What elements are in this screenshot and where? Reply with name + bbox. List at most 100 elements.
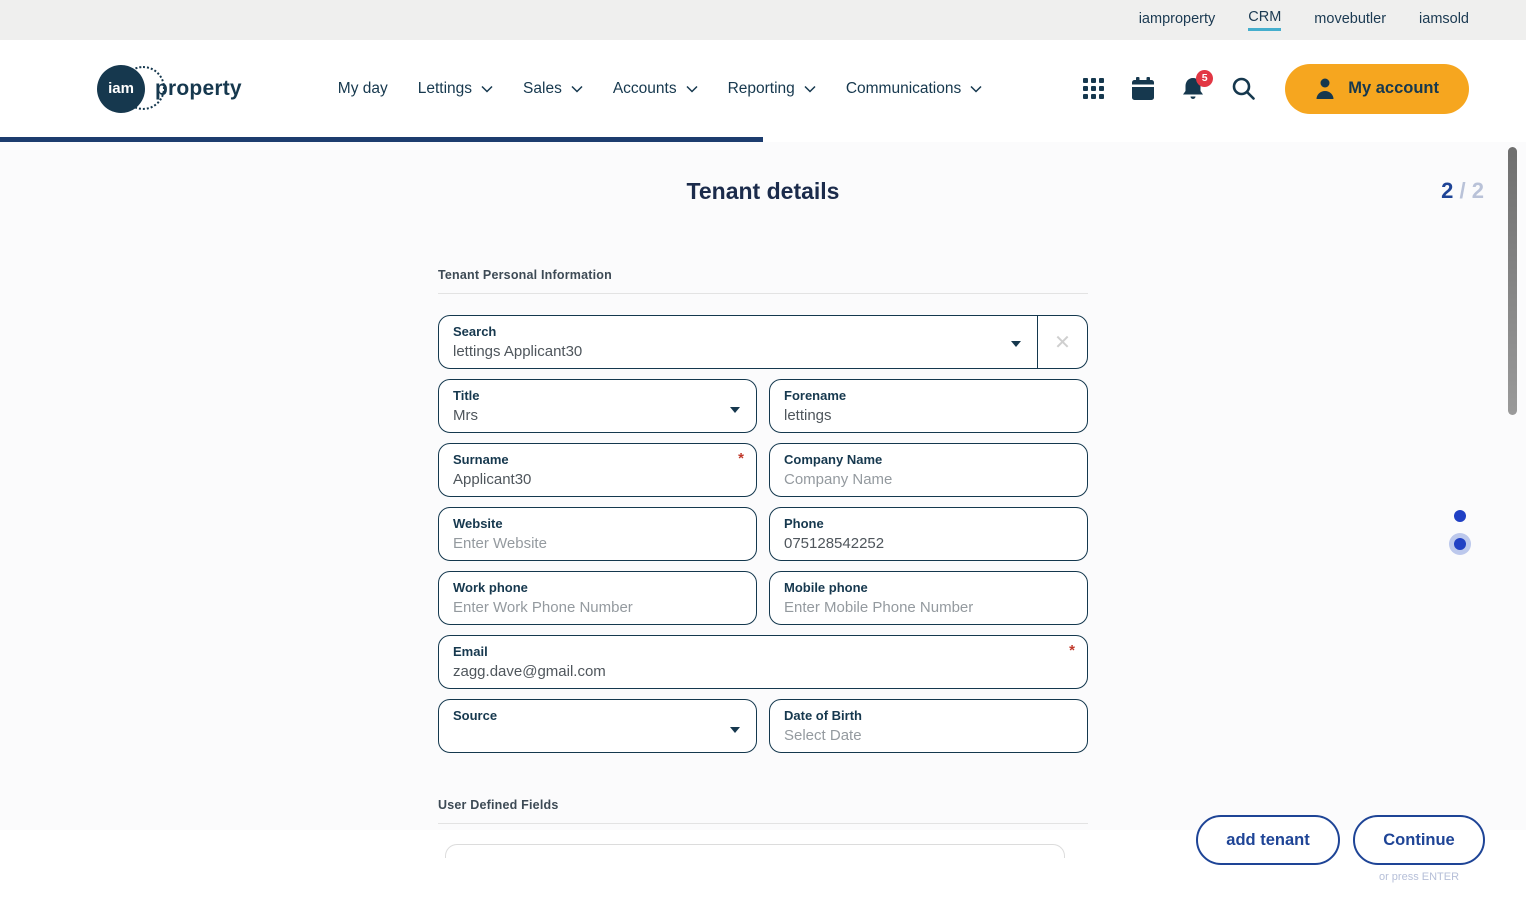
phone-label: Phone [784, 516, 824, 531]
enter-key-hint: or press ENTER [1378, 871, 1460, 883]
search-button[interactable] [1231, 77, 1255, 101]
crm-page: iamproperty CRM movebutler iamsold iam p… [0, 0, 1526, 924]
nav-label: Sales [523, 79, 562, 97]
topbar-link-iamsold[interactable]: iamsold [1419, 11, 1469, 30]
mobile-phone-label: Mobile phone [784, 580, 868, 595]
main-content: Tenant details 2 / 2 Tenant Personal Inf… [0, 142, 1526, 924]
phone-input[interactable] [784, 534, 1073, 554]
chevron-down-icon [970, 85, 982, 93]
company-name-input[interactable] [784, 470, 1073, 490]
surname-input[interactable] [453, 470, 742, 490]
step-total: 2 [1471, 178, 1484, 203]
tenant-form: Tenant Personal Information Search ✕ Tit… [438, 268, 1088, 824]
page-dot-1[interactable] [1454, 510, 1466, 522]
title-row: Tenant details 2 / 2 [0, 178, 1526, 206]
nav-item-communications[interactable]: Communications [846, 80, 982, 98]
email-label: Email [453, 644, 488, 659]
date-of-birth-field[interactable]: Date of Birth [769, 699, 1088, 753]
forename-label: Forename [784, 388, 847, 403]
calendar-icon [1132, 77, 1155, 100]
tenant-search-field[interactable]: Search ✕ [438, 315, 1088, 369]
dropdown-arrow-icon [1011, 341, 1021, 347]
nav-label: Accounts [612, 79, 677, 97]
search-icon [1232, 77, 1255, 100]
phone-field[interactable]: Phone [769, 507, 1088, 561]
title-select[interactable] [453, 406, 742, 426]
nav-label: My day [337, 79, 388, 97]
title-label: Title [453, 388, 480, 403]
nav-label: Reporting [727, 79, 795, 97]
source-select[interactable] [453, 726, 742, 746]
work-phone-field[interactable]: Work phone [438, 571, 757, 625]
page-title: Tenant details [686, 178, 840, 204]
notifications-button[interactable]: 5 [1181, 69, 1214, 101]
form-grid: Title Forename Surname * Company Name [438, 379, 1088, 753]
section-divider [438, 823, 1088, 824]
source-label: Source [453, 708, 498, 723]
step-separator: / [1459, 178, 1466, 203]
main-header: iam property My day Lettings Sales Accou… [0, 40, 1526, 142]
topbar-link-iamproperty[interactable]: iamproperty [1139, 11, 1216, 30]
section-heading-user-defined-fields: User Defined Fields [438, 798, 559, 812]
section-divider [438, 293, 1088, 294]
user-icon [1316, 78, 1334, 99]
mobile-phone-input[interactable] [784, 598, 1073, 618]
continue-button[interactable]: Continue [1353, 815, 1485, 865]
add-tenant-button[interactable]: add tenant [1196, 815, 1340, 865]
chevron-down-icon [481, 85, 493, 93]
step-counter: 2 / 2 [1441, 178, 1484, 204]
iamproperty-logo[interactable]: iam property [97, 64, 242, 113]
nav-item-accounts[interactable]: Accounts [613, 80, 698, 98]
step-current: 2 [1441, 178, 1454, 203]
dropdown-arrow-icon [730, 727, 740, 733]
surname-field[interactable]: Surname * [438, 443, 757, 497]
scrollbar[interactable] [1508, 147, 1517, 415]
search-clear-button[interactable]: ✕ [1037, 316, 1087, 368]
section-heading-personal-info: Tenant Personal Information [438, 268, 612, 282]
required-asterisk: * [1069, 642, 1075, 659]
date-of-birth-label: Date of Birth [784, 708, 862, 723]
topbar-link-movebutler[interactable]: movebutler [1314, 11, 1386, 30]
primary-nav: My day Lettings Sales Accounts Reporting… [338, 80, 982, 98]
nav-label: Communications [845, 79, 962, 97]
tenant-search-main[interactable]: Search [439, 316, 1037, 368]
mobile-phone-field[interactable]: Mobile phone [769, 571, 1088, 625]
search-input[interactable] [453, 342, 1023, 362]
nav-item-lettings[interactable]: Lettings [418, 80, 493, 98]
forename-field[interactable]: Forename [769, 379, 1088, 433]
work-phone-input[interactable] [453, 598, 742, 618]
my-account-button[interactable]: My account [1285, 63, 1469, 114]
apps-menu-button[interactable] [1081, 77, 1105, 101]
title-field[interactable]: Title [438, 379, 757, 433]
work-phone-label: Work phone [453, 580, 528, 595]
chevron-down-icon [804, 85, 816, 93]
website-input[interactable] [453, 534, 742, 554]
page-dot-2-active[interactable] [1454, 538, 1466, 550]
nav-item-sales[interactable]: Sales [523, 80, 583, 98]
nav-item-reporting[interactable]: Reporting [728, 80, 816, 98]
udf-field-partial [445, 844, 1065, 858]
company-name-field[interactable]: Company Name [769, 443, 1088, 497]
email-input[interactable] [453, 662, 1073, 682]
required-asterisk: * [738, 450, 744, 467]
logo-wordmark: property [155, 76, 242, 100]
logo-circle-icon: iam [97, 64, 145, 113]
apps-grid-icon [1082, 78, 1104, 99]
dropdown-arrow-icon [730, 407, 740, 413]
search-label: Search [453, 324, 497, 339]
nav-label: Lettings [417, 79, 473, 97]
source-field[interactable]: Source [438, 699, 757, 753]
top-bar: iamproperty CRM movebutler iamsold [0, 0, 1526, 40]
notification-badge: 5 [1196, 69, 1214, 87]
email-field[interactable]: Email * [438, 635, 1088, 689]
website-field[interactable]: Website [438, 507, 757, 561]
header-icon-group: 5 [1081, 69, 1255, 101]
my-account-label: My account [1348, 79, 1439, 97]
date-of-birth-input[interactable] [784, 726, 1073, 746]
nav-item-my-day[interactable]: My day [338, 80, 388, 98]
clear-icon: ✕ [1054, 331, 1071, 354]
calendar-button[interactable] [1131, 77, 1155, 101]
forename-input[interactable] [784, 406, 1073, 426]
company-name-label: Company Name [784, 452, 883, 467]
topbar-link-crm[interactable]: CRM [1248, 9, 1282, 31]
